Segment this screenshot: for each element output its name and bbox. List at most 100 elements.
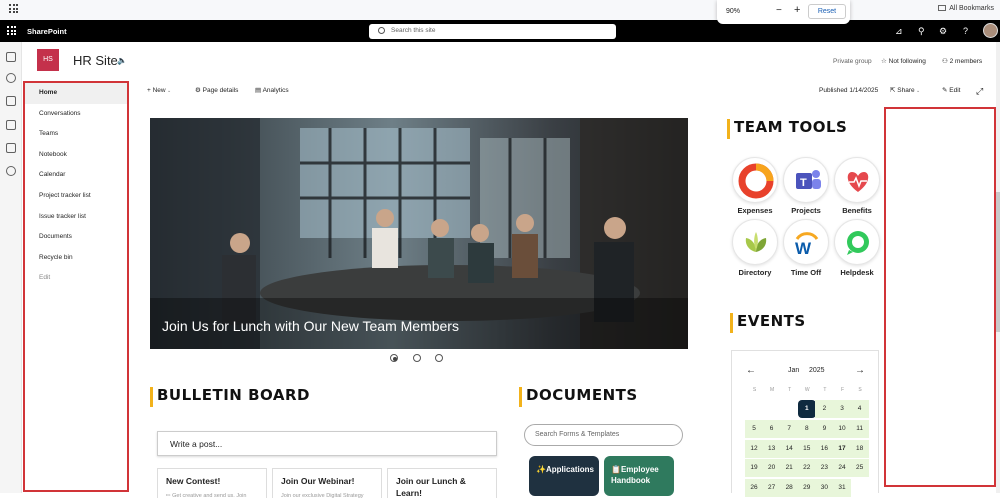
all-bookmarks-link[interactable]: All Bookmarks xyxy=(938,5,994,12)
forms-search-input[interactable]: Search Forms & Templates xyxy=(524,424,683,446)
app-launcher-icon[interactable] xyxy=(7,26,16,35)
calendar-day[interactable]: 8 xyxy=(797,419,816,438)
tool-directory[interactable]: Directory xyxy=(731,219,779,277)
carousel-dot-1[interactable] xyxy=(390,354,398,362)
add-icon[interactable] xyxy=(6,166,16,176)
site-search-input[interactable]: Search this site xyxy=(369,24,616,39)
page-icon[interactable] xyxy=(6,120,16,130)
calendar-year[interactable]: 2025 xyxy=(809,367,825,374)
tool-time-off[interactable]: W Time Off xyxy=(782,219,830,277)
nav-edit-link[interactable]: Edit xyxy=(25,268,127,289)
tool-helpdesk[interactable]: Helpdesk xyxy=(833,219,881,277)
calendar-day[interactable]: 11 xyxy=(850,419,869,438)
calendar-day[interactable]: 13 xyxy=(762,439,781,458)
calendar-day[interactable]: 24 xyxy=(833,459,851,478)
calendar-day[interactable]: 6 xyxy=(762,419,781,438)
nav-item-teams[interactable]: Teams xyxy=(25,124,127,145)
tool-expenses[interactable]: Expenses xyxy=(731,157,779,215)
nav-item-conversations[interactable]: Conversations xyxy=(25,104,127,125)
megaphone-icon[interactable]: ⊿ xyxy=(895,26,903,37)
tool-label: Expenses xyxy=(737,206,773,215)
calendar-day-today[interactable]: 1 xyxy=(797,400,816,418)
highlight-region xyxy=(884,107,996,487)
calendar-day[interactable]: 16 xyxy=(815,439,834,458)
nav-item-documents[interactable]: Documents xyxy=(25,227,127,248)
bulletin-card[interactable]: New Contest! ✏ Get creative and send us. … xyxy=(157,468,267,499)
calendar-day[interactable]: 7 xyxy=(780,419,799,438)
expand-icon[interactable]: ⤢ xyxy=(976,84,983,98)
calendar-day[interactable]: 28 xyxy=(780,479,799,498)
carousel-dot-2[interactable] xyxy=(413,354,421,362)
analytics-button[interactable]: ▤ Analytics xyxy=(255,84,289,98)
apps-grid-icon[interactable] xyxy=(9,4,18,13)
calendar-day[interactable]: 19 xyxy=(745,459,763,478)
members-button[interactable]: ⚇ 2 members xyxy=(942,57,982,65)
calendar-day[interactable]: 30 xyxy=(815,479,834,498)
applications-button[interactable]: ✨Applications xyxy=(529,456,599,496)
site-title[interactable]: HR Site xyxy=(73,53,118,68)
help-icon[interactable]: ? xyxy=(963,26,968,36)
calendar-day[interactable]: 23 xyxy=(815,459,834,478)
bulletin-card[interactable]: Join Our Webinar! Join our exclusive Digi… xyxy=(272,468,382,499)
nav-item-recycle-bin[interactable]: Recycle bin xyxy=(25,248,127,269)
calendar-day[interactable]: 29 xyxy=(797,479,816,498)
news-icon[interactable] xyxy=(6,96,16,106)
avatar[interactable] xyxy=(983,23,998,38)
employee-handbook-button[interactable]: 📋Employee Handbook xyxy=(604,456,674,496)
tool-benefits[interactable]: Benefits xyxy=(833,157,881,215)
calendar-day[interactable]: 5 xyxy=(745,419,763,438)
calendar-day[interactable]: 18 xyxy=(850,439,869,458)
page-scrollbar[interactable] xyxy=(996,42,1000,493)
home-icon[interactable] xyxy=(6,52,16,62)
calendar-day[interactable]: 25 xyxy=(850,459,869,478)
calendar-day[interactable]: 22 xyxy=(797,459,816,478)
prev-month-button[interactable]: ← xyxy=(746,365,756,376)
nav-item-calendar[interactable]: Calendar xyxy=(25,165,127,186)
calendar-day[interactable]: 2 xyxy=(815,400,834,418)
calendar-day[interactable]: 14 xyxy=(780,439,799,458)
bulletin-card[interactable]: Join our Lunch & Learn! xyxy=(387,468,497,498)
calendar-day[interactable]: 10 xyxy=(833,419,851,438)
scrollbar-thumb[interactable] xyxy=(996,192,1000,332)
nav-item-project-tracker[interactable]: Project tracker list xyxy=(25,186,127,207)
calendar-day[interactable]: 12 xyxy=(745,439,763,458)
calendar-day[interactable]: 26 xyxy=(745,479,763,498)
calendar-day[interactable]: 21 xyxy=(780,459,799,478)
write-post-input[interactable]: Write a post... xyxy=(157,431,497,456)
calendar-day[interactable]: 3 xyxy=(833,400,851,418)
calendar-day[interactable]: 15 xyxy=(797,439,816,458)
new-button[interactable]: + New ⌄ xyxy=(147,84,171,98)
next-month-button[interactable]: → xyxy=(855,365,865,376)
page-details-button[interactable]: ⚙ Page details xyxy=(195,84,238,98)
carousel-dot-3[interactable] xyxy=(435,354,443,362)
calendar-day[interactable]: 20 xyxy=(762,459,781,478)
calendar-month[interactable]: Jan xyxy=(788,367,799,374)
calendar-day[interactable]: 27 xyxy=(762,479,781,498)
tool-projects[interactable]: T Projects xyxy=(782,157,830,215)
calendar-day[interactable]: 17 xyxy=(833,439,851,458)
new-label: New xyxy=(152,87,166,94)
hero-caption[interactable]: Join Us for Lunch with Our New Team Memb… xyxy=(162,318,459,334)
zoom-out-button[interactable]: − xyxy=(776,5,782,16)
zoom-reset-button[interactable]: Reset xyxy=(808,4,846,19)
nav-item-notebook[interactable]: Notebook xyxy=(25,145,127,166)
speaker-icon[interactable]: 🔈 xyxy=(117,56,127,65)
people-icon[interactable]: ⚲ xyxy=(918,26,925,37)
calendar-day[interactable]: 4 xyxy=(850,400,869,418)
list-icon[interactable] xyxy=(6,143,16,153)
nav-item-home[interactable]: Home xyxy=(25,83,127,104)
nav-item-issue-tracker[interactable]: Issue tracker list xyxy=(25,207,127,228)
site-logo[interactable]: HS xyxy=(37,49,59,71)
share-button[interactable]: ⇱ Share ⌄ xyxy=(890,84,920,98)
card-snippet: Join our exclusive Digital Strategy xyxy=(281,493,364,499)
hero-carousel[interactable]: Join Us for Lunch with Our New Team Memb… xyxy=(150,118,688,349)
calendar-day[interactable]: 9 xyxy=(815,419,834,438)
privacy-label: Private group xyxy=(833,58,872,65)
gear-icon[interactable]: ⚙ xyxy=(939,26,947,37)
sharepoint-brand[interactable]: SharePoint xyxy=(27,27,67,36)
follow-button[interactable]: ☆ Not following xyxy=(881,57,926,65)
edit-button[interactable]: ✎ Edit xyxy=(942,84,960,98)
calendar-day[interactable]: 31 xyxy=(833,479,851,498)
globe-icon[interactable] xyxy=(6,73,16,83)
zoom-in-button[interactable]: + xyxy=(794,4,800,16)
